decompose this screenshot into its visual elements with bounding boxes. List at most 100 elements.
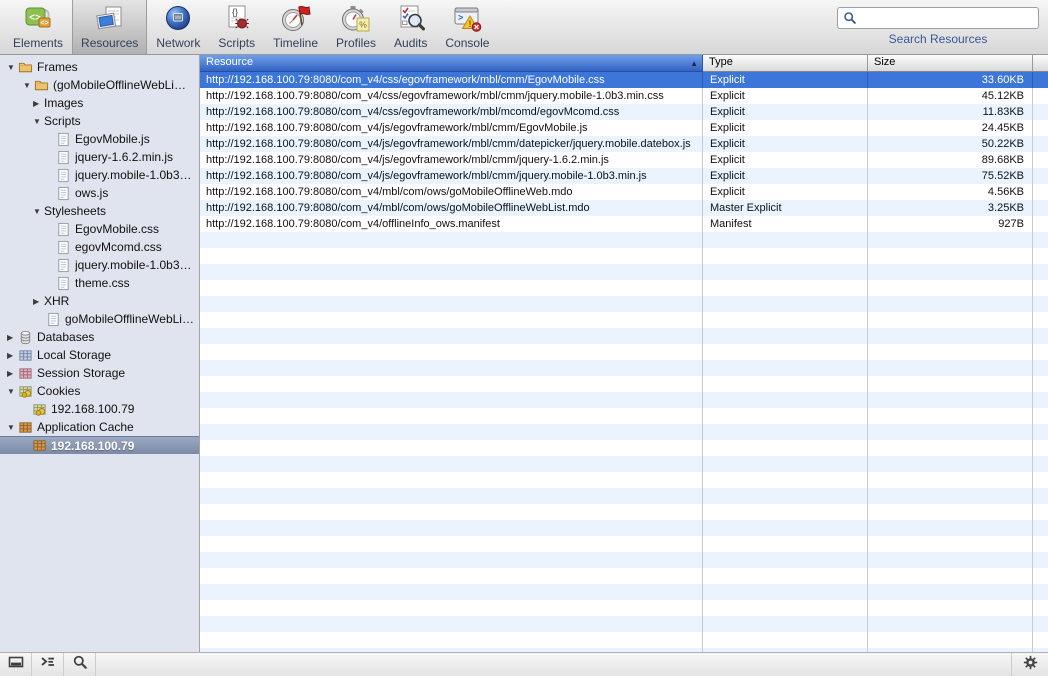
sidebar-item-jquery-1-6-2-min-js[interactable]: jquery-1.6.2.min.js — [0, 148, 199, 166]
cell-size: 4.56KB — [868, 184, 1033, 200]
table-row[interactable]: http://192.168.100.79:8080/com_v4/css/eg… — [200, 104, 1048, 120]
table-row[interactable]: http://192.168.100.79:8080/com_v4/mbl/co… — [200, 184, 1048, 200]
cell-resource: http://192.168.100.79:8080/com_v4/css/eg… — [200, 88, 703, 104]
sidebar-item-local-storage[interactable]: ▶Local Storage — [0, 346, 199, 364]
empty-cell — [703, 456, 868, 472]
dock-button[interactable] — [0, 653, 32, 676]
grid-filler-row — [200, 568, 1048, 584]
empty-cell — [703, 328, 868, 344]
sidebar-item-label: egovMcomd.css — [75, 240, 162, 254]
row-gutter — [1033, 296, 1048, 312]
empty-cell — [703, 632, 868, 648]
sidebar-item--gomobileofflinewebli-[interactable]: ▼(goMobileOfflineWebLi… — [0, 76, 199, 94]
tab-scripts[interactable]: {}Scripts — [209, 0, 264, 54]
grid-header-corner — [1033, 55, 1048, 72]
sidebar-item-theme-css[interactable]: theme.css — [0, 274, 199, 292]
empty-cell — [200, 328, 703, 344]
expander-open-icon[interactable]: ▼ — [32, 117, 44, 126]
tab-label: Elements — [13, 36, 63, 50]
table-row[interactable]: http://192.168.100.79:8080/com_v4/js/ego… — [200, 168, 1048, 184]
expander-open-icon[interactable]: ▼ — [32, 207, 44, 216]
empty-cell — [703, 232, 868, 248]
cell-type: Explicit — [703, 120, 868, 136]
tab-network[interactable]: Network — [147, 0, 209, 54]
sidebar-item-cookies[interactable]: ▼Cookies — [0, 382, 199, 400]
sidebar-item-192-168-100-79[interactable]: 192.168.100.79 — [0, 400, 199, 418]
table-row[interactable]: http://192.168.100.79:8080/com_v4/css/eg… — [200, 88, 1048, 104]
cell-resource: http://192.168.100.79:8080/com_v4/mbl/co… — [200, 184, 703, 200]
tab-console[interactable]: >!Console — [436, 0, 498, 54]
tab-elements[interactable]: <><>Elements — [4, 0, 72, 54]
tab-label: Console — [445, 36, 489, 50]
expander-closed-icon[interactable]: ▶ — [32, 99, 44, 108]
expander-open-icon[interactable]: ▼ — [6, 423, 18, 432]
cell-size: 75.52KB — [868, 168, 1033, 184]
document-icon — [56, 258, 71, 273]
grid-filler-row — [200, 552, 1048, 568]
expander-closed-icon[interactable]: ▶ — [32, 297, 44, 306]
column-header-size[interactable]: Size — [868, 55, 1033, 72]
network-icon — [162, 3, 194, 35]
row-gutter — [1033, 360, 1048, 376]
main-toolbar: <><>ElementsResourcesNetwork{}ScriptsTim… — [0, 0, 1048, 55]
table-row[interactable]: http://192.168.100.79:8080/com_v4/offlin… — [200, 216, 1048, 232]
empty-cell — [703, 504, 868, 520]
expander-open-icon[interactable]: ▼ — [6, 387, 18, 396]
tab-timeline[interactable]: Timeline — [264, 0, 327, 54]
row-gutter — [1033, 616, 1048, 632]
sidebar-item-label: Images — [44, 96, 83, 110]
sidebar-item-images[interactable]: ▶Images — [0, 94, 199, 112]
settings-button[interactable] — [1011, 653, 1048, 676]
empty-cell — [200, 280, 703, 296]
row-gutter — [1033, 520, 1048, 536]
sidebar-item-session-storage[interactable]: ▶Session Storage — [0, 364, 199, 382]
sidebar-item-egovmcomd-css[interactable]: egovMcomd.css — [0, 238, 199, 256]
sidebar-item-label: Databases — [37, 330, 94, 344]
sidebar-item-databases[interactable]: ▶ Databases — [0, 328, 199, 346]
sidebar-item-ows-js[interactable]: ows.js — [0, 184, 199, 202]
search-box[interactable] — [837, 7, 1039, 29]
sidebar-item-xhr[interactable]: ▶XHR — [0, 292, 199, 310]
expander-closed-icon[interactable]: ▶ — [6, 369, 18, 378]
table-row[interactable]: http://192.168.100.79:8080/com_v4/js/ego… — [200, 120, 1048, 136]
row-gutter — [1033, 552, 1048, 568]
cell-size: 3.25KB — [868, 200, 1033, 216]
tab-resources[interactable]: Resources — [72, 0, 147, 54]
tab-profiles[interactable]: %Profiles — [327, 0, 385, 54]
search-button[interactable] — [64, 653, 96, 676]
empty-cell — [703, 488, 868, 504]
empty-cell — [868, 552, 1033, 568]
expander-open-icon[interactable]: ▼ — [22, 81, 34, 90]
sidebar-item-192-168-100-79[interactable]: 192.168.100.79 — [0, 436, 199, 454]
sidebar-item-egovmobile-js[interactable]: EgovMobile.js — [0, 130, 199, 148]
table-row[interactable]: http://192.168.100.79:8080/com_v4/mbl/co… — [200, 200, 1048, 216]
grid-filler-row — [200, 408, 1048, 424]
sidebar-item-egovmobile-css[interactable]: EgovMobile.css — [0, 220, 199, 238]
sidebar-item-application-cache[interactable]: ▼Application Cache — [0, 418, 199, 436]
folder-icon — [34, 78, 49, 93]
expander-closed-icon[interactable]: ▶ — [6, 333, 18, 342]
expander-open-icon[interactable]: ▼ — [6, 63, 18, 72]
sidebar-item-frames[interactable]: ▼Frames — [0, 58, 199, 76]
column-header-resource[interactable]: Resource▲ — [200, 55, 703, 72]
sidebar-item-stylesheets[interactable]: ▼Stylesheets — [0, 202, 199, 220]
cell-type: Explicit — [703, 104, 868, 120]
table-row[interactable]: http://192.168.100.79:8080/com_v4/js/ego… — [200, 152, 1048, 168]
sidebar-item-scripts[interactable]: ▼Scripts — [0, 112, 199, 130]
console-drawer-button[interactable] — [32, 653, 64, 676]
sidebar-item-gomobileofflinewebli-[interactable]: goMobileOfflineWebLi… — [0, 310, 199, 328]
search-input[interactable] — [860, 8, 1038, 28]
grid-filler-row — [200, 584, 1048, 600]
row-gutter — [1033, 376, 1048, 392]
sidebar-item-jquery-mobile-1-0b3-[interactable]: jquery.mobile-1.0b3… — [0, 256, 199, 274]
empty-cell — [868, 344, 1033, 360]
expander-closed-icon[interactable]: ▶ — [6, 351, 18, 360]
table-row[interactable]: http://192.168.100.79:8080/com_v4/css/eg… — [200, 72, 1048, 88]
sidebar-item-label: Stylesheets — [44, 204, 106, 218]
search-icon — [843, 11, 857, 25]
tab-audits[interactable]: Audits — [385, 0, 436, 54]
sidebar-item-jquery-mobile-1-0b3-[interactable]: jquery.mobile-1.0b3… — [0, 166, 199, 184]
grid-header-row: Resource▲TypeSize — [200, 55, 1048, 72]
table-row[interactable]: http://192.168.100.79:8080/com_v4/js/ego… — [200, 136, 1048, 152]
column-header-type[interactable]: Type — [703, 55, 868, 72]
